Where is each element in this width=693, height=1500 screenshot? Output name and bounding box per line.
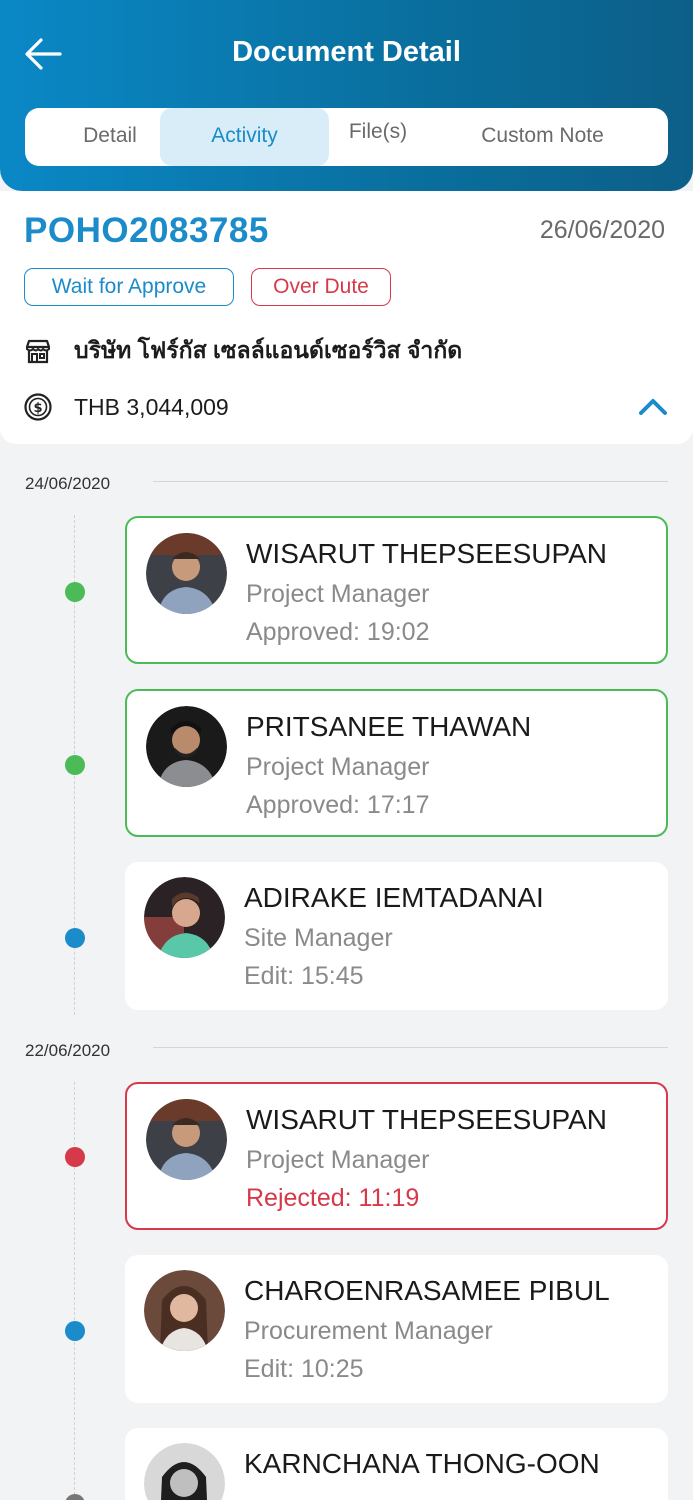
timeline-date: 22/06/2020 <box>25 1041 111 1060</box>
person-name: PRITSANEE THAWAN <box>246 711 532 742</box>
person-name: WISARUT THEPSEESUPAN <box>246 1104 607 1135</box>
avatar <box>146 533 227 614</box>
person-role: Project Manager <box>246 1146 430 1174</box>
dollar-coin-icon: $ <box>24 393 52 421</box>
status-dot-edit <box>65 1321 85 1341</box>
person-name: CHAROENRASAMEE PIBUL <box>244 1275 610 1306</box>
activity-card[interactable]: PRITSANEE THAWAN Project Manager Approve… <box>125 689 668 837</box>
avatar <box>144 877 225 958</box>
person-name: ADIRAKE IEMTADANAI <box>244 882 544 913</box>
activity-card[interactable]: WISARUT THEPSEESUPAN Project Manager Rej… <box>125 1082 668 1230</box>
person-role: Project Manager <box>246 580 430 608</box>
status-badge: Wait for Approve <box>24 268 234 306</box>
activity-status: Approved: 19:02 <box>246 618 430 646</box>
person-role: Project Manager <box>246 753 430 781</box>
amount-row: $ THB 3,044,009 <box>24 392 229 422</box>
store-icon <box>25 339 51 364</box>
overdue-badge: Over Dute <box>251 268 391 306</box>
timeline-line <box>74 1082 75 1500</box>
avatar <box>146 1099 227 1180</box>
chevron-up-icon[interactable] <box>637 394 669 418</box>
person-role: Site Manager <box>244 924 393 952</box>
document-date: 26/06/2020 <box>539 216 665 244</box>
avatar <box>144 1270 225 1351</box>
status-dot-rejected <box>65 1147 85 1167</box>
activity-status: Rejected: 11:19 <box>246 1184 420 1212</box>
activity-status: Edit: 15:45 <box>244 962 364 990</box>
activity-status: Edit: 10:25 <box>244 1355 364 1383</box>
activity-card[interactable]: ADIRAKE IEMTADANAI Site Manager Edit: 15… <box>125 862 668 1010</box>
header-bar: Document Detail Detail Activity File(s) … <box>0 0 693 191</box>
tab-custom-note[interactable]: Custom Note <box>455 108 630 166</box>
activity-card[interactable]: CHAROENRASAMEE PIBUL Procurement Manager… <box>125 1255 668 1403</box>
status-dot-approved <box>65 582 85 602</box>
company-row: บริษัท โฟร์กัส เซลล์แอนด์เซอร์วิส จำกัด <box>24 336 462 366</box>
tab-activity[interactable]: Activity <box>160 108 329 166</box>
tab-bar: Detail Activity File(s) Custom Note <box>25 108 668 166</box>
date-divider <box>153 1047 668 1048</box>
activity-status: Approved: 17:17 <box>246 791 430 819</box>
activity-card[interactable]: KARNCHANA THONG-OON <box>125 1428 668 1500</box>
avatar <box>144 1443 225 1500</box>
company-name: บริษัท โฟร์กัส เซลล์แอนด์เซอร์วิส จำกัด <box>74 337 463 363</box>
date-divider <box>153 481 668 482</box>
status-dot-pending <box>65 1494 85 1500</box>
person-name: KARNCHANA THONG-OON <box>244 1448 600 1479</box>
page-title: Document Detail <box>232 36 461 68</box>
person-name: WISARUT THEPSEESUPAN <box>246 538 607 569</box>
tab-files[interactable]: File(s) <box>331 104 425 162</box>
avatar <box>146 706 227 787</box>
status-dot-approved <box>65 755 85 775</box>
document-summary: POHO2083785 26/06/2020 Wait for Approve … <box>0 191 693 444</box>
document-number: POHO2083785 <box>24 211 269 250</box>
svg-text:$: $ <box>33 401 42 416</box>
amount-value: THB 3,044,009 <box>74 393 229 420</box>
status-dot-edit <box>65 928 85 948</box>
timeline-date: 24/06/2020 <box>25 474 111 493</box>
activity-card[interactable]: WISARUT THEPSEESUPAN Project Manager App… <box>125 516 668 664</box>
person-role: Procurement Manager <box>244 1317 493 1345</box>
